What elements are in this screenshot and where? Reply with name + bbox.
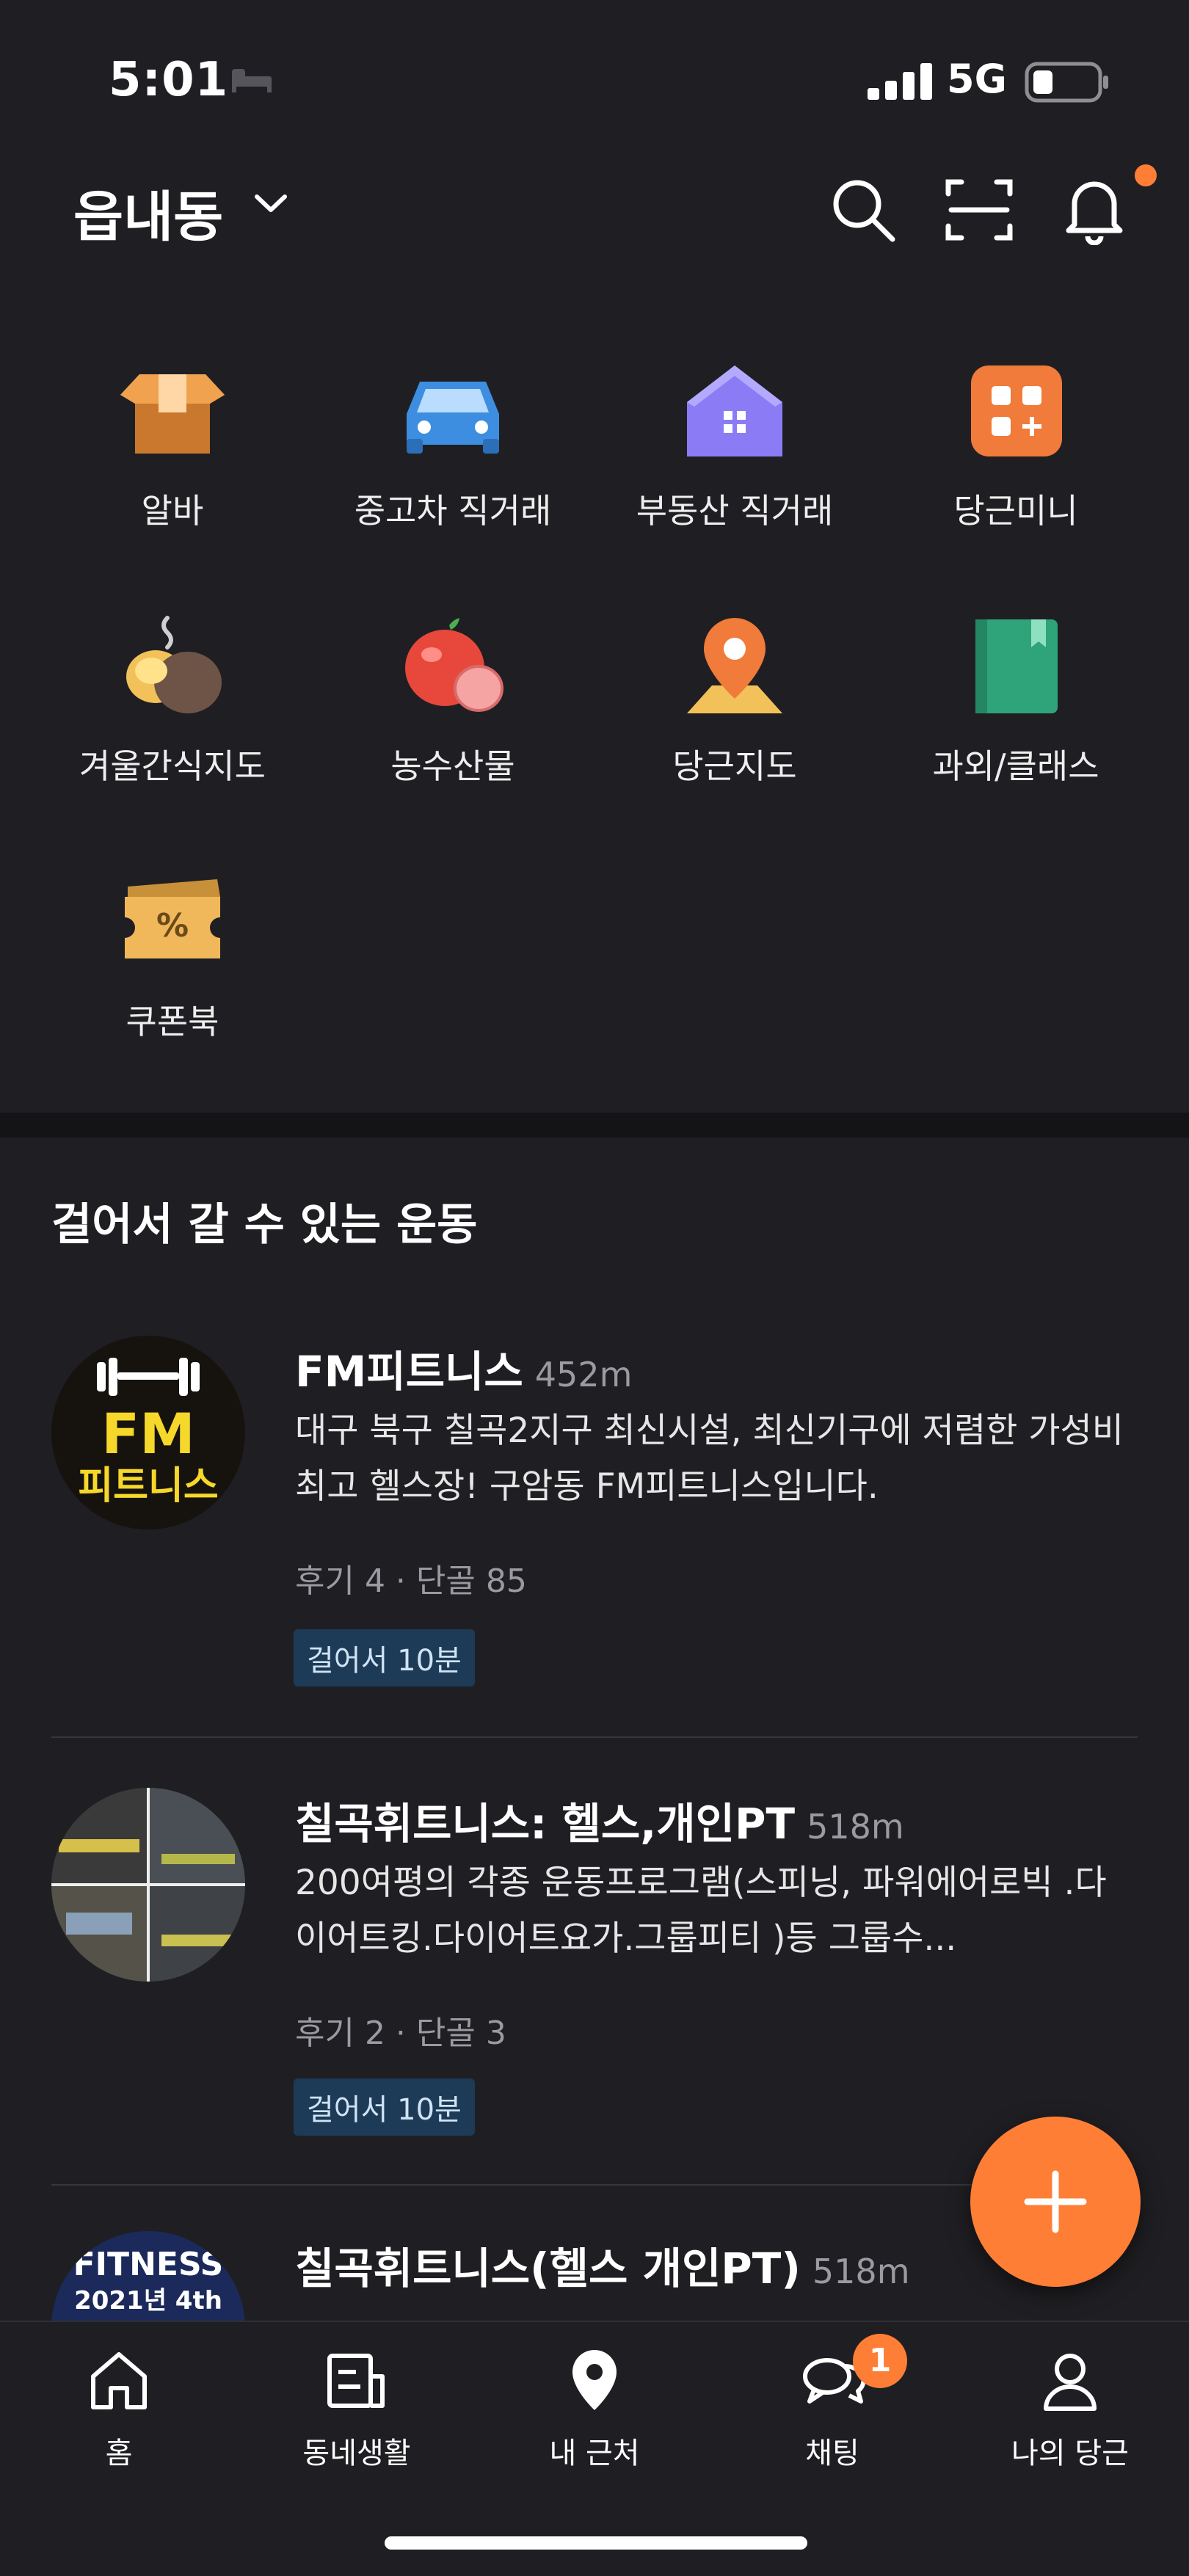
business-title[interactable]: FM피트니스 452m xyxy=(295,1337,632,1399)
business-thumbnail: FITNESS 2021년 4th xyxy=(51,2231,245,2321)
location-selector[interactable]: 읍내동 xyxy=(73,173,223,252)
profile-icon xyxy=(951,2347,1189,2413)
business-name: 칠곡휘트니스(헬스 개인PT) xyxy=(295,2244,801,2293)
service-used-car[interactable]: 중고차 직거래 xyxy=(313,360,592,533)
service-karrot-map[interactable]: 당근지도 xyxy=(595,615,874,788)
nav-home[interactable]: 홈 xyxy=(0,2347,238,2472)
list-item[interactable]: FM 피트니스 FM피트니스 452m 대구 북구 칠곡2지구 최신시설, 최신기… xyxy=(0,1321,1189,1732)
neighborhood-icon xyxy=(238,2347,476,2413)
nav-label: 채팅 xyxy=(805,2437,859,2470)
notification-dot xyxy=(1135,164,1157,186)
service-label: 당근지도 xyxy=(672,746,797,786)
service-label: 과외/클래스 xyxy=(932,746,1099,786)
svg-text:%: % xyxy=(156,907,189,945)
apple-icon xyxy=(313,615,592,718)
nav-chat[interactable]: 채팅 xyxy=(713,2347,951,2472)
nav-label: 홈 xyxy=(105,2437,133,2470)
section-divider xyxy=(0,1113,1189,1138)
section-title: 걸어서 갈 수 있는 운동 xyxy=(51,1199,478,1251)
distance: 518m xyxy=(812,2252,910,2291)
search-icon[interactable] xyxy=(828,175,898,248)
svg-text:피트니스: 피트니스 xyxy=(78,1464,218,1508)
book-icon xyxy=(876,615,1155,718)
service-coupon-book[interactable]: % 쿠폰북 xyxy=(33,870,312,1044)
service-label: 당근미니 xyxy=(953,491,1078,531)
review-meta: 후기 2 · 단골 3 xyxy=(295,2015,506,2052)
chat-icon xyxy=(713,2347,951,2413)
dumbbell-icon xyxy=(97,1358,200,1396)
business-description: 200여평의 각종 운동프로그램(스피닝, 파워에어로빅 .다이어트킹.다이어트… xyxy=(295,1863,1107,1959)
nav-neighborhood[interactable]: 동네생활 xyxy=(238,2347,476,2472)
business-title[interactable]: 칠곡휘트니스(헬스 개인PT) 518m xyxy=(295,2234,910,2296)
business-description: 대구 북구 칠곡2지구 최신시설, 최신기구에 저렴한 가성비 최고 헬스장! … xyxy=(295,1411,1124,1507)
nav-label: 내 근처 xyxy=(549,2437,640,2470)
service-mini[interactable]: 당근미니 xyxy=(876,360,1155,533)
service-label: 알바 xyxy=(141,491,204,531)
business-name: 칠곡휘트니스: 헬스,개인PT xyxy=(295,1799,796,1849)
map-pin-icon xyxy=(595,615,874,718)
walk-time-badge: 걸어서 10분 xyxy=(294,2078,475,2136)
mini-apps-icon xyxy=(876,360,1155,462)
service-tutoring-class[interactable]: 과외/클래스 xyxy=(876,615,1155,788)
service-label: 중고차 직거래 xyxy=(354,491,552,531)
nav-label: 나의 당근 xyxy=(1011,2437,1129,2470)
location-pin-icon xyxy=(476,2347,713,2413)
status-time: 5:01 xyxy=(109,53,229,107)
scan-icon[interactable] xyxy=(944,175,1014,248)
car-icon xyxy=(313,360,592,462)
home-icon xyxy=(0,2347,238,2413)
business-name: FM피트니스 xyxy=(295,1347,523,1397)
cellular-signal-icon xyxy=(868,63,932,103)
job-box-icon xyxy=(33,360,312,462)
row-divider xyxy=(51,1736,1138,1738)
house-icon xyxy=(595,360,874,462)
service-produce[interactable]: 농수산물 xyxy=(313,615,592,788)
chat-unread-badge: 1 xyxy=(853,2334,907,2388)
business-title[interactable]: 칠곡휘트니스: 헬스,개인PT 518m xyxy=(295,1789,904,1851)
business-thumbnail xyxy=(51,1788,245,1982)
roasted-sweet-potato-icon xyxy=(33,615,312,718)
home-indicator[interactable] xyxy=(385,2536,807,2550)
notification-bell-icon[interactable] xyxy=(1061,172,1127,248)
chevron-down-icon[interactable] xyxy=(252,192,289,217)
distance: 452m xyxy=(534,1355,633,1394)
nav-my-karrot[interactable]: 나의 당근 xyxy=(951,2347,1189,2472)
network-type: 5G xyxy=(947,56,1007,102)
distance: 518m xyxy=(807,1807,904,1847)
service-real-estate[interactable]: 부동산 직거래 xyxy=(595,360,874,533)
coupon-icon: % xyxy=(33,870,312,973)
service-label: 부동산 직거래 xyxy=(636,491,834,531)
nav-nearby[interactable]: 내 근처 xyxy=(476,2347,713,2472)
service-label: 쿠폰북 xyxy=(126,1002,219,1041)
service-label: 겨울간식지도 xyxy=(79,746,266,786)
battery-icon xyxy=(1025,62,1110,106)
review-meta: 후기 4 · 단골 85 xyxy=(295,1562,527,1600)
business-thumbnail: FM 피트니스 xyxy=(51,1336,245,1529)
walk-time-badge: 걸어서 10분 xyxy=(294,1629,475,1687)
nav-label: 동네생활 xyxy=(302,2437,411,2470)
service-job[interactable]: 알바 xyxy=(33,360,312,533)
list-item[interactable]: 칠곡휘트니스: 헬스,개인PT 518m 200여평의 각종 운동프로그램(스피닝… xyxy=(0,1761,1189,2172)
service-winter-snack-map[interactable]: 겨울간식지도 xyxy=(33,615,312,788)
svg-text:2021년 4th: 2021년 4th xyxy=(74,2286,222,2315)
write-post-button[interactable] xyxy=(970,2117,1141,2287)
sleep-mode-icon xyxy=(230,66,273,95)
svg-text:FITNESS: FITNESS xyxy=(73,2246,224,2283)
plus-icon xyxy=(1024,2170,1087,2233)
svg-text:FM: FM xyxy=(101,1401,195,1466)
service-label: 농수산물 xyxy=(390,746,515,786)
